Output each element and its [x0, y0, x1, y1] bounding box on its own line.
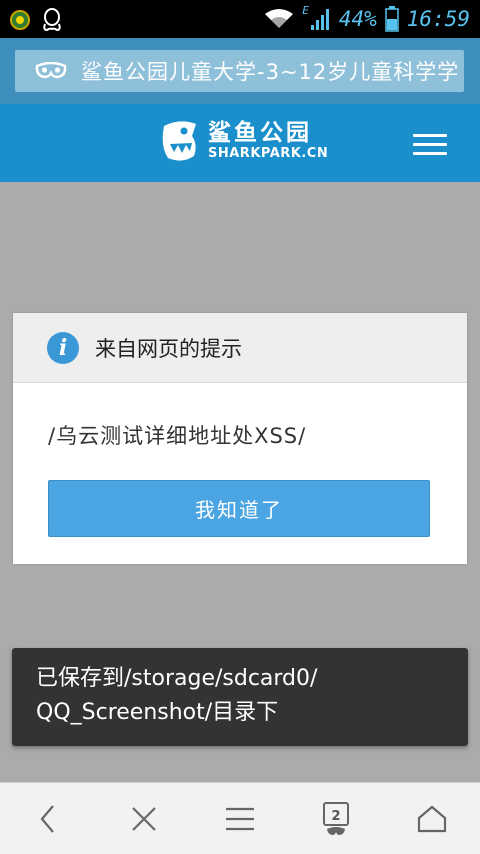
- dialog-title: 来自网页的提示: [95, 336, 242, 361]
- status-right: E 44% 16:59: [264, 4, 470, 34]
- toast-line-1: 已保存到/storage/sdcard0/: [36, 666, 318, 691]
- battery-percent: 44%: [338, 7, 377, 31]
- signal-icon: [310, 9, 329, 30]
- mask-icon: [33, 62, 69, 80]
- site-header: 鲨鱼公园 SHARKPARK.CN: [0, 104, 480, 182]
- close-icon[interactable]: [122, 797, 166, 841]
- status-left: [10, 8, 62, 32]
- menu-icon[interactable]: [218, 797, 262, 841]
- logo-english-text: SHARKPARK.CN: [208, 146, 329, 161]
- site-logo[interactable]: 鲨鱼公园 SHARKPARK.CN: [158, 118, 328, 164]
- tab-count: 2: [331, 809, 340, 824]
- screenshot-toast: 已保存到/storage/sdcard0/ QQ_Screenshot/目录下: [12, 648, 468, 746]
- wifi-icon: [265, 9, 294, 28]
- clock: 16:59: [406, 7, 470, 31]
- logo-chinese-text: 鲨鱼公园: [208, 120, 312, 146]
- ok-button[interactable]: 我知道了: [48, 480, 430, 537]
- qq-icon: [43, 8, 61, 32]
- url-bar[interactable]: 鲨鱼公园儿童大学-3~12岁儿童科学学: [15, 50, 464, 92]
- home-icon[interactable]: [410, 797, 454, 841]
- battery-icon: [385, 6, 399, 32]
- hamburger-icon[interactable]: [413, 134, 447, 156]
- toast-line-2: QQ_Screenshot/目录下: [36, 700, 279, 725]
- alert-dialog: i 来自网页的提示 /乌云测试详细地址处XSS/ 我知道了: [13, 313, 467, 564]
- browser-title-bar: 鲨鱼公园儿童大学-3~12岁儿童科学学: [0, 38, 480, 104]
- page-title: 鲨鱼公园儿童大学-3~12岁儿童科学学: [81, 60, 460, 84]
- network-type: E: [302, 3, 309, 17]
- back-icon[interactable]: [26, 797, 70, 841]
- dialog-header: i 来自网页的提示: [13, 313, 467, 383]
- dialog-message: /乌云测试详细地址处XSS/: [48, 424, 307, 448]
- app-icon: [10, 10, 30, 30]
- shark-logo-icon: [162, 121, 196, 161]
- status-bar: E 44% 16:59: [0, 0, 480, 38]
- browser-bottom-nav: 2: [0, 782, 480, 854]
- tabs-icon[interactable]: 2: [314, 797, 358, 841]
- info-icon: i: [47, 331, 79, 364]
